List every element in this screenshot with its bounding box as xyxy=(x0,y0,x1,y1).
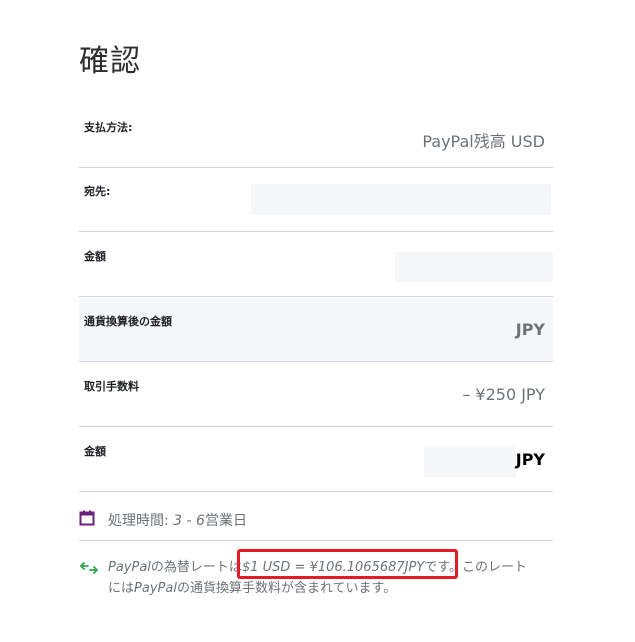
payment-method-value: PayPal残高 USD xyxy=(422,132,545,151)
converted-amount-row: 通貨換算後の金額 JPY xyxy=(79,298,553,362)
divider xyxy=(79,540,553,541)
converted-amount-value: JPY xyxy=(515,320,545,339)
rate-text-4: の通貨換算手数料が含まれています。 xyxy=(176,581,397,596)
transaction-fee-value: – ¥250 JPY xyxy=(462,385,545,404)
processing-time-days: 3 - 6 xyxy=(173,513,205,529)
payment-method-row: 支払方法: PayPal残高 USD xyxy=(79,104,553,168)
transaction-fee-label: 取引手数料 xyxy=(84,380,139,393)
rate-text-1: の為替レートは xyxy=(150,560,242,575)
page-title: 確認 xyxy=(79,44,141,79)
converted-amount-label: 通貨換算後の金額 xyxy=(84,315,172,328)
processing-time: 処理時間: 3 - 6営業日 xyxy=(108,510,247,530)
rate-text-3: には xyxy=(108,581,135,596)
total-amount-value: JPY xyxy=(515,450,545,469)
exchange-arrows-icon xyxy=(80,559,98,578)
amount-label: 金額 xyxy=(84,250,106,263)
paypal-brand: PayPal xyxy=(108,560,151,575)
amount-row: 金額 xyxy=(79,233,553,297)
total-amount-redacted xyxy=(424,447,516,477)
amount-redacted xyxy=(395,252,553,282)
payment-method-label: 支払方法: xyxy=(84,121,133,134)
recipient-redacted xyxy=(251,184,551,215)
recipient-row: 宛先: xyxy=(79,168,553,232)
processing-time-prefix: 処理時間: xyxy=(108,513,174,529)
processing-time-suffix: 営業日 xyxy=(204,513,247,529)
paypal-brand-2: PayPal xyxy=(134,581,177,596)
total-amount-label: 金額 xyxy=(84,445,106,458)
total-amount-row: 金額 JPY xyxy=(79,428,553,492)
recipient-label: 宛先: xyxy=(84,185,111,198)
exchange-rate-highlight xyxy=(237,549,458,579)
transaction-fee-row: 取引手数料 – ¥250 JPY xyxy=(79,363,553,427)
calendar-icon xyxy=(79,510,95,530)
